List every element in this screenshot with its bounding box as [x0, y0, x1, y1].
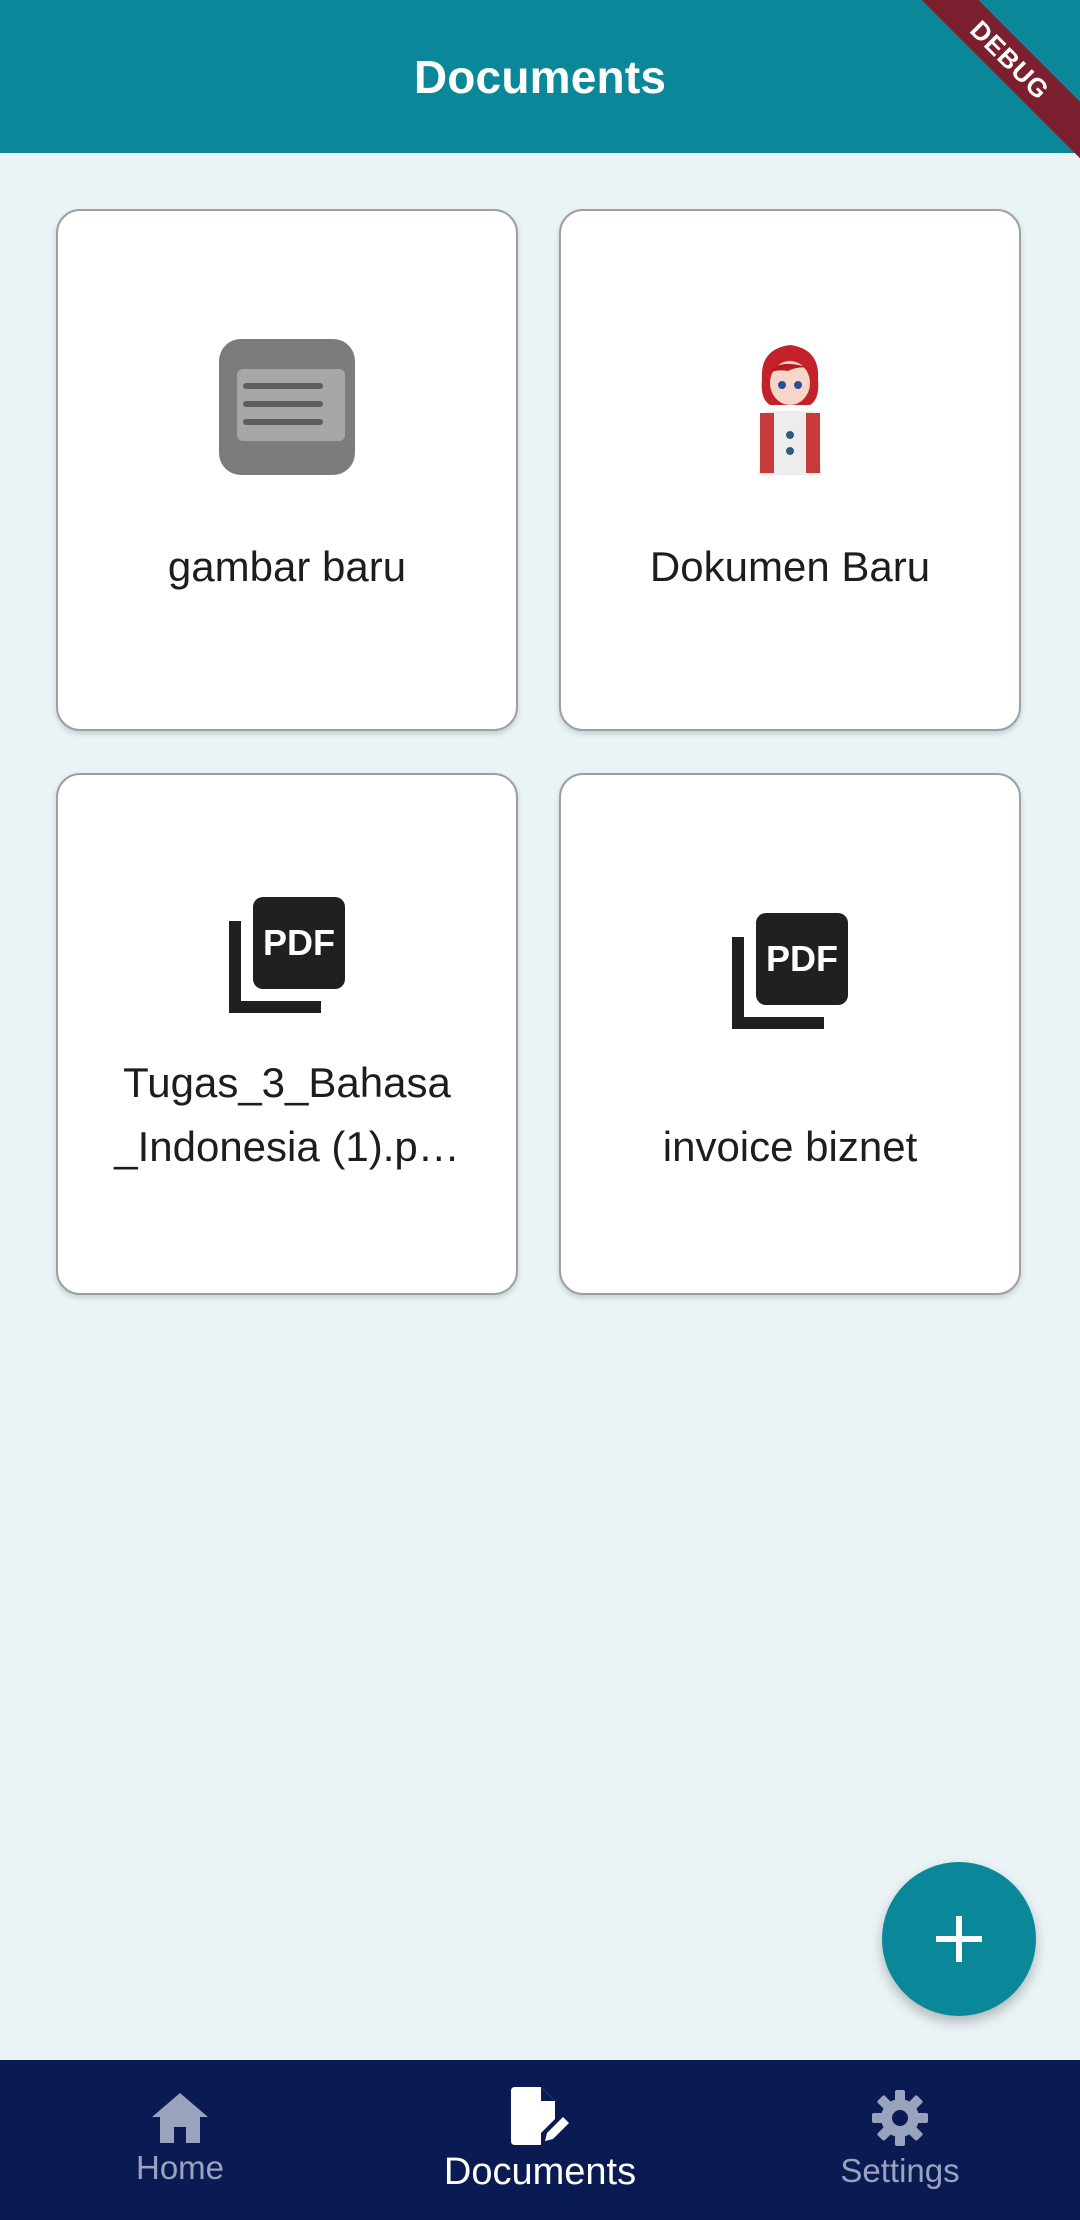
gear-icon [872, 2090, 928, 2146]
document-card-dokumen-baru[interactable]: Dokumen Baru [559, 209, 1021, 731]
document-card-invoice-biznet[interactable]: PDF invoice biznet [559, 773, 1021, 1295]
document-card-tugas[interactable]: PDF Tugas_3_Bahasa _Indonesia (1).p… [56, 773, 518, 1295]
nav-item-documents[interactable]: Documents [360, 2060, 720, 2220]
plus-icon [936, 1916, 982, 1962]
pdf-icon: PDF [229, 897, 345, 1013]
document-name: gambar baru [167, 543, 407, 590]
svg-text:PDF: PDF [766, 938, 838, 979]
page-title: Documents [413, 50, 667, 103]
document-name: invoice biznet [662, 1123, 918, 1170]
svg-text:PDF: PDF [263, 922, 335, 963]
document-edit-icon [511, 2086, 569, 2145]
nav-label: Home [135, 2149, 225, 2186]
pdf-icon: PDF [732, 913, 848, 1029]
document-thumbnail [219, 339, 355, 475]
add-document-button[interactable] [882, 1862, 1036, 2016]
document-name: Tugas_3_Bahasa _Indonesia (1).p… [114, 1059, 460, 1170]
nav-item-home[interactable]: Home [0, 2060, 360, 2220]
nav-item-settings[interactable]: Settings [720, 2060, 1080, 2220]
nav-label: Documents [443, 2150, 637, 2193]
document-card-gambar-baru[interactable]: gambar baru [56, 209, 518, 731]
document-name: Dokumen Baru [649, 543, 931, 590]
bottom-navigation: Home Documents Settings [0, 2060, 1080, 2220]
character-avatar-icon [758, 345, 822, 475]
nav-label: Settings [840, 2152, 960, 2189]
home-icon [152, 2093, 208, 2143]
app-bar: Documents [0, 0, 1080, 153]
